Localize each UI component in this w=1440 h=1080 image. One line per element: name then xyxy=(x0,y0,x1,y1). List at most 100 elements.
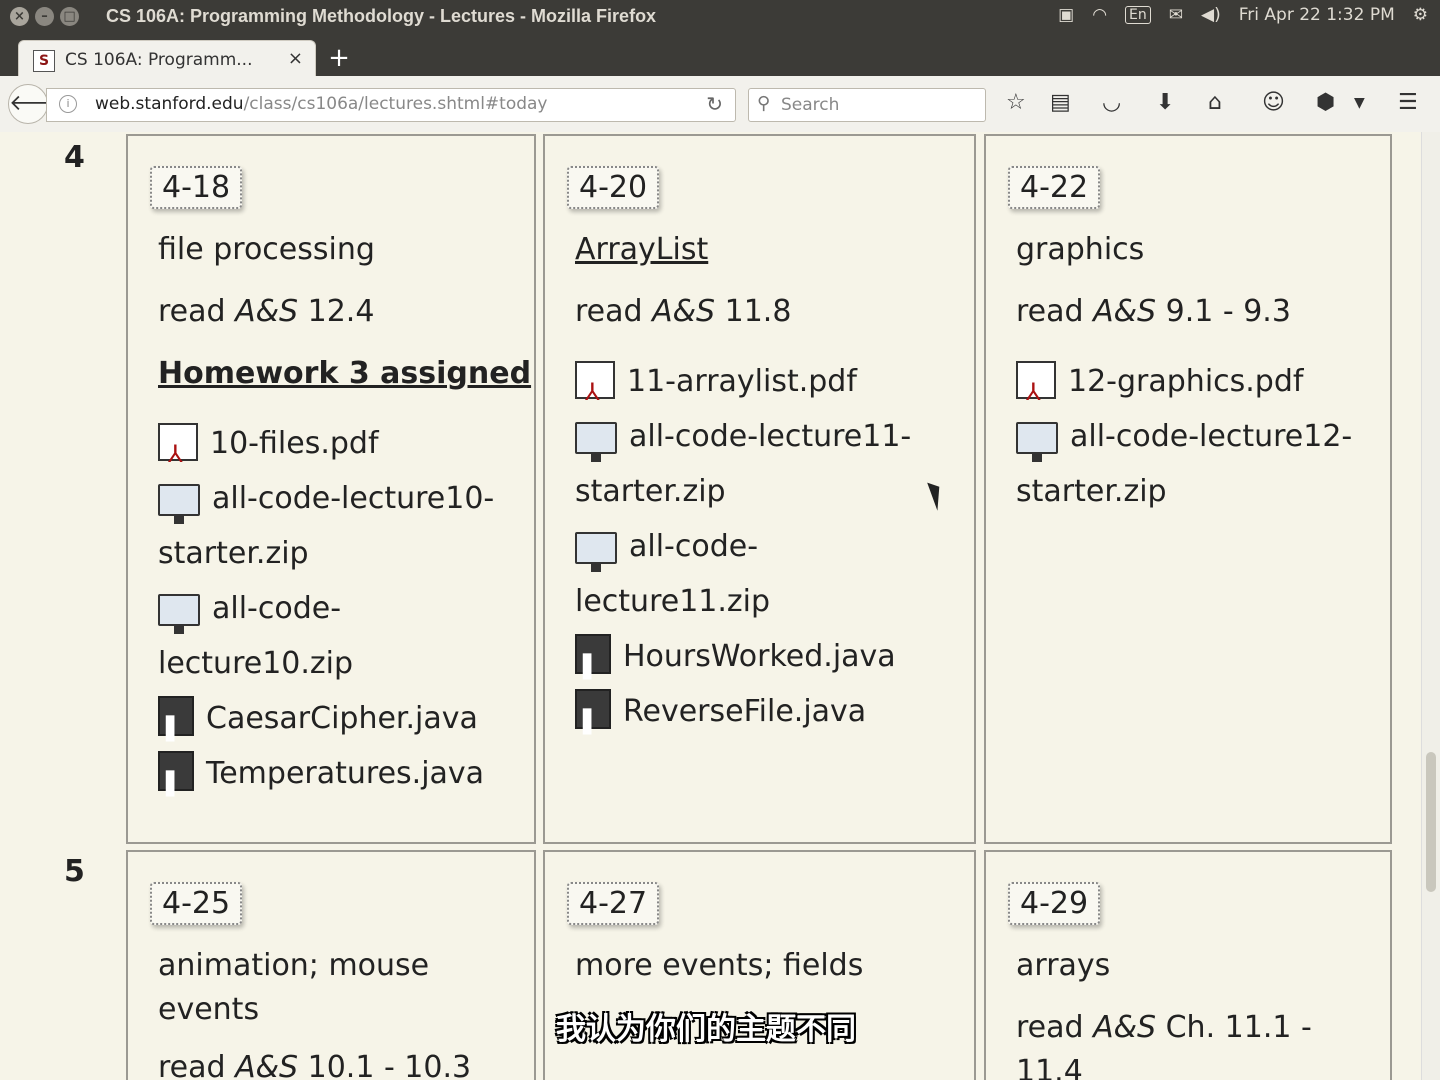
zip-file-icon xyxy=(158,484,200,524)
video-subtitle: 我认为你们的主题不同 xyxy=(556,1012,856,1047)
pdf-file-link[interactable]: 10-files.pdf xyxy=(158,416,379,482)
window-controls: × – □ xyxy=(10,7,79,26)
maximize-window-button[interactable]: □ xyxy=(60,7,79,26)
zip-file-link-continued[interactable]: starter.zip xyxy=(575,464,726,519)
lecture-cell-4-29: 4-29 arrays read A&S Ch. 11.1 - 11.4 xyxy=(984,850,1392,1080)
system-tray: ▣ ◠ En ✉ ◀) Fri Apr 22 1:32 PM ⚙ xyxy=(1058,5,1428,25)
tab-cs106a-lectures[interactable]: S CS 106A: Programm... × xyxy=(18,40,316,77)
zip-file-icon xyxy=(158,594,200,634)
volume-icon[interactable]: ◀) xyxy=(1201,5,1221,25)
url-text[interactable]: web.stanford.edu/class/cs106a/lectures.s… xyxy=(95,94,548,114)
home-icon[interactable]: ⌂ xyxy=(1208,89,1222,117)
new-tab-button[interactable]: + xyxy=(326,45,352,72)
date-badge: 4-20 xyxy=(567,166,660,209)
scrollbar-thumb[interactable] xyxy=(1426,752,1436,892)
vertical-scrollbar[interactable] xyxy=(1421,132,1440,1080)
homework-link[interactable]: Homework 3 assigned xyxy=(158,356,531,391)
keyboard-layout-indicator[interactable]: En xyxy=(1125,6,1151,24)
date-badge: 4-18 xyxy=(150,166,243,209)
date-badge: 4-22 xyxy=(1008,166,1101,209)
zip-file-link[interactable]: all-code-lecture11- xyxy=(575,409,911,464)
zip-file-link[interactable]: all-code-lecture10- xyxy=(158,471,494,526)
zip-file-icon xyxy=(575,422,617,462)
reload-icon[interactable]: ↻ xyxy=(706,92,723,116)
bookmark-star-icon[interactable]: ☆ xyxy=(1006,89,1026,117)
lecture-topic: arrays xyxy=(1016,948,1111,983)
pdf-file-icon xyxy=(575,361,615,420)
java-file-icon xyxy=(575,634,611,695)
lecture-topic-continued: events xyxy=(158,992,260,1027)
date-badge: 4-25 xyxy=(150,882,243,925)
url-domain: web.stanford.edu xyxy=(95,94,244,114)
lecture-topic-link[interactable]: ArrayList xyxy=(575,232,708,267)
zip-file-link[interactable]: all-code- xyxy=(575,519,758,574)
url-path: /class/cs106a/lectures.shtml#today xyxy=(243,94,548,114)
search-bar[interactable]: ⚲ Search xyxy=(748,88,986,122)
download-icon[interactable]: ⬇ xyxy=(1156,89,1174,117)
search-icon: ⚲ xyxy=(757,93,771,114)
site-info-icon[interactable]: i xyxy=(59,95,77,113)
reading-assignment: read A&S 10.1 - 10.3 xyxy=(158,1050,472,1080)
pocket-icon[interactable]: ◡ xyxy=(1102,89,1121,117)
lecture-cell-4-22: 4-22 graphics read A&S 9.1 - 9.3 12-grap… xyxy=(984,134,1392,844)
clock[interactable]: Fri Apr 22 1:32 PM xyxy=(1239,5,1395,25)
java-file-icon xyxy=(575,689,611,750)
zip-file-link-continued[interactable]: lecture11.zip xyxy=(575,574,770,629)
zip-file-link-continued[interactable]: lecture10.zip xyxy=(158,636,353,691)
back-button[interactable]: 🡐 xyxy=(8,84,68,124)
lecture-cell-4-18: 4-18 file processing read A&S 12.4 Homew… xyxy=(126,134,536,844)
chat-icon[interactable]: ☺ xyxy=(1262,89,1285,117)
settings-gear-icon[interactable]: ⚙ xyxy=(1413,5,1428,25)
tab-label: CS 106A: Programm... xyxy=(65,50,253,70)
reading-assignment: read A&S 9.1 - 9.3 xyxy=(1016,294,1291,329)
stanford-favicon-icon: S xyxy=(33,50,55,72)
reading-assignment-continued: 11.4 xyxy=(1016,1054,1083,1080)
zip-file-icon xyxy=(1016,422,1058,462)
dropdown-icon[interactable]: ▼ xyxy=(1354,89,1365,117)
lecture-cell-4-20: 4-20 ArrayList read A&S 11.8 11-arraylis… xyxy=(543,134,976,844)
window-title: CS 106A: Programming Methodology - Lectu… xyxy=(106,6,657,26)
mail-icon[interactable]: ✉ xyxy=(1169,5,1183,25)
lecture-topic: animation; mouse xyxy=(158,948,430,983)
date-badge: 4-27 xyxy=(567,882,660,925)
lecture-topic: file processing xyxy=(158,232,375,267)
navigation-toolbar: 🡐 i web.stanford.edu/class/cs106a/lectur… xyxy=(0,76,1440,133)
wifi-icon[interactable]: ◠ xyxy=(1092,5,1107,25)
search-placeholder: Search xyxy=(781,95,840,115)
java-file-icon xyxy=(158,696,194,757)
lecture-topic: graphics xyxy=(1016,232,1145,267)
reading-assignment: read A&S Ch. 11.1 - xyxy=(1016,1010,1312,1045)
reading-assignment: read A&S 12.4 xyxy=(158,294,375,329)
lecture-cell-4-25: 4-25 animation; mouse events read A&S 10… xyxy=(126,850,536,1080)
close-window-button[interactable]: × xyxy=(10,7,29,26)
url-bar[interactable]: i web.stanford.edu/class/cs106a/lectures… xyxy=(46,88,736,122)
minimize-window-button[interactable]: – xyxy=(35,7,54,26)
menu-icon[interactable]: ☰ xyxy=(1398,89,1418,117)
zip-file-link[interactable]: all-code- xyxy=(158,581,341,636)
reading-assignment: read A&S 11.8 xyxy=(575,294,792,329)
java-file-link[interactable]: HoursWorked.java xyxy=(575,629,896,695)
java-file-link[interactable]: Temperatures.java xyxy=(158,746,484,812)
date-badge: 4-29 xyxy=(1008,882,1101,925)
adblock-icon[interactable]: ⬢ xyxy=(1316,89,1335,117)
system-top-bar: × – □ CS 106A: Programming Methodology -… xyxy=(0,0,1440,34)
zip-file-link[interactable]: all-code-lecture12- xyxy=(1016,409,1352,464)
pdf-file-link[interactable]: 11-arraylist.pdf xyxy=(575,354,857,420)
tab-bar: S CS 106A: Programm... × + xyxy=(0,34,1440,77)
java-file-link[interactable]: CaesarCipher.java xyxy=(158,691,478,757)
pdf-file-icon xyxy=(1016,361,1056,420)
zip-file-link-continued[interactable]: starter.zip xyxy=(1016,464,1167,519)
java-file-link[interactable]: ReverseFile.java xyxy=(575,684,866,750)
week-number: 4 xyxy=(64,140,85,175)
java-file-icon xyxy=(158,751,194,812)
pdf-file-icon xyxy=(158,423,198,482)
reading-list-icon[interactable]: ▤ xyxy=(1050,89,1071,117)
lecture-topic: more events; fields xyxy=(575,948,864,983)
camera-icon[interactable]: ▣ xyxy=(1058,5,1074,25)
pdf-file-link[interactable]: 12-graphics.pdf xyxy=(1016,354,1303,420)
zip-file-icon xyxy=(575,532,617,572)
week-number: 5 xyxy=(64,854,85,889)
page-content: 4 4-18 file processing read A&S 12.4 Hom… xyxy=(0,132,1422,1080)
tab-close-icon[interactable]: × xyxy=(288,48,303,69)
zip-file-link-continued[interactable]: starter.zip xyxy=(158,526,309,581)
